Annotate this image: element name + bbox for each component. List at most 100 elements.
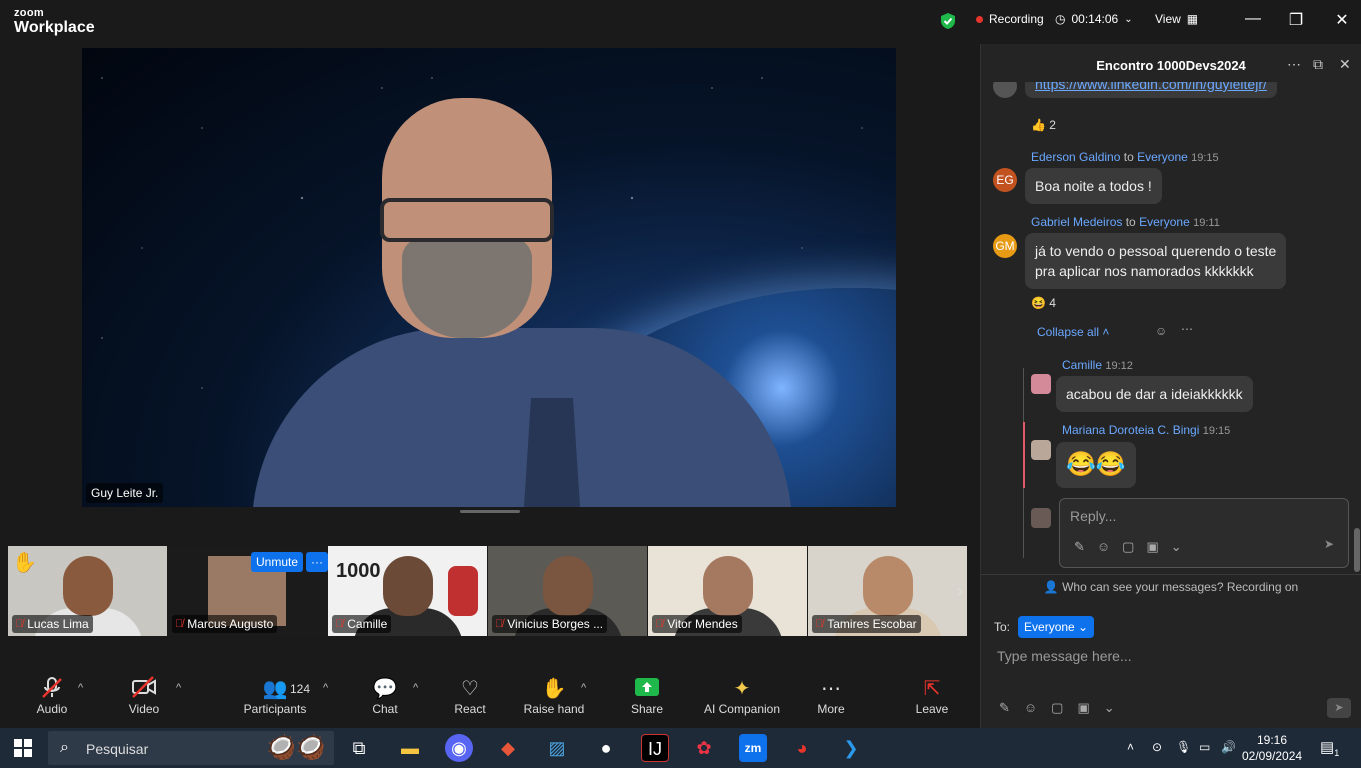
volume-icon[interactable]: 🔊 [1221, 740, 1236, 754]
chat-scrollbar[interactable] [1354, 528, 1360, 572]
windows-start-icon[interactable] [14, 739, 32, 757]
discord-icon[interactable]: ◉ [445, 734, 473, 762]
close-icon[interactable]: ✕ [1330, 10, 1354, 30]
audio-options-chevron-icon[interactable]: ^ [78, 682, 83, 694]
participant-tile[interactable]: 🎙̸ Vitor Mendes [648, 546, 808, 636]
recording-indicator[interactable]: Recording [976, 12, 1044, 26]
mysql-icon[interactable]: ▨ [543, 734, 571, 762]
participant-name-label: 🎙̸ Tamires Escobar [812, 615, 921, 633]
maximize-icon[interactable]: ❐ [1284, 10, 1308, 30]
thread-more-icon[interactable]: ⋯ [1181, 322, 1193, 336]
clock-icon: ◷ [1055, 12, 1066, 26]
network-icon[interactable]: ▭ [1199, 740, 1210, 754]
leave-icon: ⇱ [923, 678, 941, 700]
message-bubble[interactable]: acabou de dar a ideiakkkkkk [1056, 376, 1253, 412]
popout-icon[interactable]: ⧉ [1313, 56, 1323, 73]
send-icon[interactable]: ➤ [1324, 537, 1334, 551]
git-icon[interactable]: ◆ [494, 734, 522, 762]
leave-button[interactable]: ⇱ Leave [914, 676, 950, 716]
sparkle-icon: ✦ [733, 678, 751, 700]
gallery-strip: ✋ 🎙̸ Lucas Lima 🎙̸ Marcus Augusto 1000 🎙̸ C… [8, 546, 969, 636]
participant-tile[interactable]: 🎙̸ Vinicius Borges ... [488, 546, 648, 636]
close-icon[interactable]: ✕ [1339, 56, 1351, 73]
chevron-down-icon: ⌄ [1124, 13, 1133, 25]
chrome-icon[interactable]: ◕ [788, 734, 816, 762]
coconut-icon: 🥥🥥 [266, 734, 326, 761]
raise-hand-button[interactable]: ✋ Raise hand [522, 676, 586, 716]
participants-count: 124 [290, 682, 311, 696]
message-sender: Camille 19:12 [1062, 358, 1133, 372]
chat-icon: 💬 [372, 678, 398, 700]
reaction-badge[interactable]: 😆 4 [1031, 296, 1056, 310]
hand-icon: ✋ [541, 678, 567, 700]
avatar [993, 82, 1017, 98]
participants-options-chevron-icon[interactable]: ^ [323, 682, 328, 694]
raise-hand-options-chevron-icon[interactable]: ^ [581, 682, 586, 694]
thumbs-up-icon: 👍 [1031, 118, 1046, 132]
people-icon: 👤 [1043, 580, 1059, 594]
system-clock[interactable]: 19:16 02/09/2024 [1242, 732, 1302, 764]
muted-mic-icon: 🎙̸ [815, 618, 824, 630]
chevron-up-icon[interactable]: ˄ [1127, 740, 1134, 754]
collapse-all-button[interactable]: Collapse all ˄ [1037, 325, 1109, 339]
view-button[interactable]: View ▦ [1155, 12, 1198, 26]
add-reaction-icon[interactable]: ☺ [1155, 324, 1167, 338]
recipient-select[interactable]: Everyone ⌄ [1018, 616, 1095, 638]
task-view-icon[interactable]: ⧉ [345, 734, 373, 762]
security-shield-icon[interactable] [940, 12, 956, 30]
message-bubble[interactable]: 😂😂 [1056, 442, 1136, 488]
video-off-icon [124, 676, 164, 702]
active-speaker-video[interactable]: Guy Leite Jr. [82, 48, 896, 507]
message-bubble[interactable]: Boa noite a todos ! [1025, 168, 1162, 204]
camera-icon[interactable]: ⊙ [1152, 740, 1162, 754]
participant-tile[interactable]: ✋ 🎙̸ Lucas Lima [8, 546, 168, 636]
unmute-button[interactable]: Unmute [251, 552, 304, 572]
github-icon[interactable]: ● [592, 734, 620, 762]
avatar: EG [993, 168, 1017, 192]
video-area: Guy Leite Jr. ✋ 🎙̸ Lucas Lima 🎙̸ Marcus Au… [0, 44, 980, 668]
reaction-badge[interactable]: 👍 2 [1031, 118, 1056, 132]
reply-input[interactable]: Reply... ✎☺▢▣⌄ ➤ [1059, 498, 1349, 568]
audio-button[interactable]: Audio [32, 676, 72, 716]
vscode-icon[interactable]: ❯ [837, 734, 865, 762]
meeting-timer[interactable]: ◷ 00:14:06 ⌄ [1055, 12, 1133, 26]
more-button[interactable]: ⋯ More [813, 676, 849, 716]
resize-handle[interactable] [460, 510, 520, 513]
send-button[interactable]: ➤ [1327, 698, 1351, 718]
mind-icon[interactable]: ✿ [690, 734, 718, 762]
notification-icon[interactable]: ▤1 [1320, 738, 1339, 758]
linkedin-link[interactable]: https://www.linkedin.com/in/guyleitejr/ [1025, 82, 1277, 98]
recording-dot-icon [976, 15, 983, 23]
chat-options-chevron-icon[interactable]: ^ [413, 682, 418, 694]
message-bubble[interactable]: já to vendo o pessoal querendo o teste pr… [1025, 233, 1287, 289]
heart-icon: ♡ [461, 678, 479, 700]
compose-format-icons[interactable]: ✎☺▢▣⌄ [999, 700, 1129, 716]
avatar [1031, 508, 1051, 528]
share-button[interactable]: Share [627, 676, 667, 716]
who-can-see-notice[interactable]: 👤 Who can see your messages? Recording o… [981, 580, 1361, 594]
more-icon[interactable]: ⋯ [1287, 56, 1301, 73]
recipient-row: To: Everyone ⌄ [994, 616, 1095, 638]
muted-mic-icon: 🎙̸ [335, 618, 344, 630]
chat-title: Encontro 1000Devs2024 [1096, 58, 1246, 73]
video-button[interactable]: Video [124, 676, 164, 716]
muted-mic-icon: 🎙̸ [15, 618, 24, 630]
participant-tile[interactable]: 🎙̸ Marcus Augusto [168, 546, 328, 636]
video-options-chevron-icon[interactable]: ^ [176, 682, 181, 694]
message-input[interactable]: Type message here... [997, 648, 1132, 664]
minimize-icon[interactable]: — [1241, 10, 1265, 28]
microphone-icon[interactable]: 🎙 [1176, 740, 1191, 754]
participant-tile[interactable]: 1000 🎙̸ Camille [328, 546, 488, 636]
zoom-taskbar-icon[interactable]: zm [739, 734, 767, 762]
taskbar-search[interactable]: ⌕ Pesquisar 🥥🥥 [48, 731, 334, 765]
chat-button[interactable]: 💬 Chat [365, 676, 405, 716]
ai-companion-button[interactable]: ✦ AI Companion [702, 676, 782, 716]
reply-format-icons[interactable]: ✎☺▢▣⌄ [1074, 539, 1194, 555]
tile-more-button[interactable]: ··· [306, 552, 328, 572]
file-explorer-icon[interactable]: ▬ [396, 734, 424, 762]
react-button[interactable]: ♡ React [448, 676, 492, 716]
chevron-right-icon[interactable]: › [951, 576, 969, 606]
intellij-icon[interactable]: IJ [641, 734, 669, 762]
laughing-emoji-icon: 😆 [1031, 296, 1046, 310]
participant-tile[interactable]: 🎙̸ Tamires Escobar [808, 546, 968, 636]
